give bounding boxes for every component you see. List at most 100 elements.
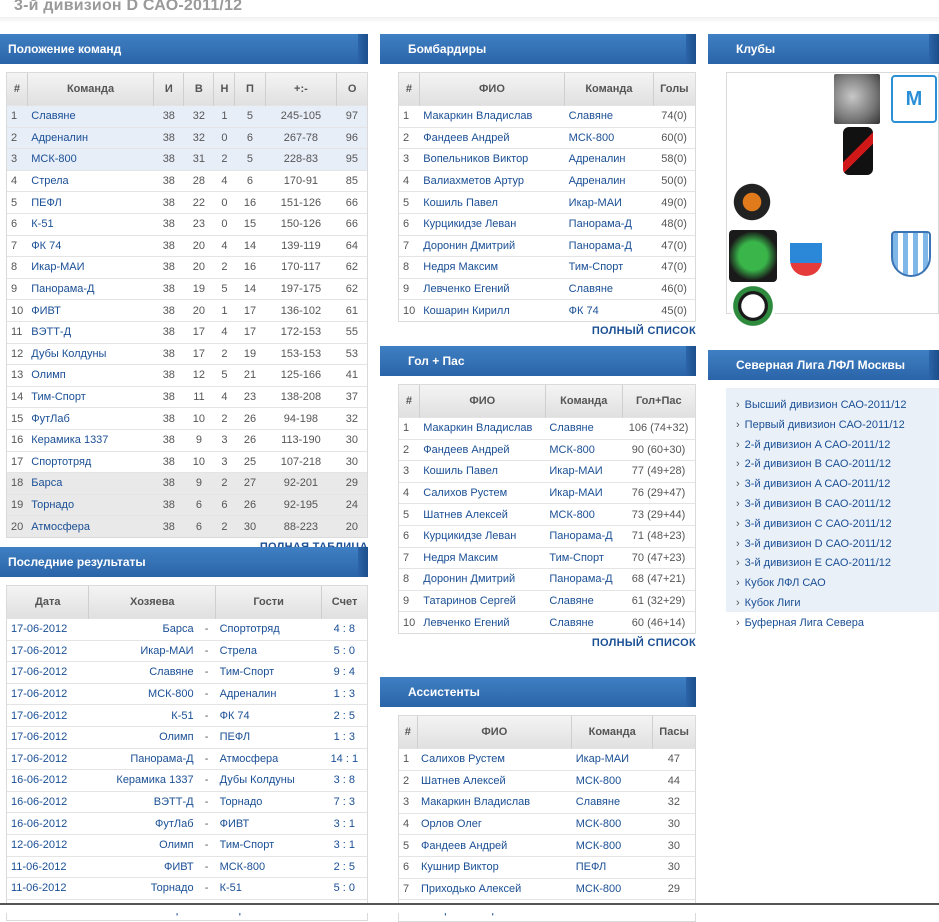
player-link[interactable]: Орлов Олег [417,812,572,835]
player-link[interactable]: Доронин Дмитрий [419,568,546,591]
player-row[interactable]: 10 Кошарин Кирилл ФК 74 45(0) [399,299,695,321]
standings-row[interactable]: 7 ФК 74 38 20 4 14 139-119 64 [7,234,367,257]
team-link[interactable]: Икар-МАИ [564,191,654,214]
player-link[interactable]: Макаркин Владислав [419,105,565,128]
player-row[interactable]: 8 Недря Максим Тим-Спорт 47(0) [399,256,695,279]
league-link[interactable]: 3-й дивизион E САО-2011/12 [736,554,939,574]
column-header[interactable]: Дата [7,586,90,619]
match-date-link[interactable]: 11-06-2012 [7,855,89,878]
standings-row[interactable]: 14 Тим-Спорт 38 11 4 23 138-208 37 [7,385,367,408]
team-link[interactable]: ФИВТ [27,299,154,322]
standings-row[interactable]: 19 Торнадо 38 6 6 26 92-195 24 [7,493,367,516]
player-link[interactable]: Курцикидзе Леван [419,212,565,236]
player-row[interactable]: 10 Левченко Егений Славяне 60 (46+14) [399,611,695,633]
match-date-link[interactable]: 17-06-2012 [7,747,89,770]
standings-row[interactable]: 9 Панорама-Д 38 19 5 14 197-175 62 [7,277,367,300]
column-header[interactable]: ФИО [417,716,573,749]
result-row[interactable]: 17-06-2012 Панорама-Д - Атмосфера 14 : 1 [7,747,367,770]
score-link[interactable]: 2 : 5 [321,855,367,878]
player-link[interactable]: Татаринов Сергей [419,589,546,612]
team-link[interactable]: Тим-Спорт [564,256,654,279]
column-header[interactable]: Гости [215,586,323,619]
team-link[interactable]: ФК 74 [27,234,154,257]
player-row[interactable]: 6 Кушнир Виктор ПЕФЛ 30 [399,855,695,879]
standings-row[interactable]: 8 Икар-МАИ 38 20 2 16 170-117 62 [7,256,367,279]
column-header[interactable]: И [153,73,185,106]
player-link[interactable]: Кошиль Павел [419,191,565,214]
player-link[interactable]: Шатнев Алексей [417,769,572,792]
column-header[interactable]: Счет [321,586,367,619]
match-date-link[interactable]: 17-06-2012 [7,682,89,705]
team-link[interactable]: Славяне [564,105,654,128]
guest-team-link[interactable]: Стрела [215,639,322,662]
player-row[interactable]: 4 Салихов Рустем Икар-МАИ 76 (29+47) [399,481,695,504]
home-team-link[interactable]: МСК-800 [88,682,198,705]
score-link[interactable]: 2 : 5 [321,704,367,727]
standings-row[interactable]: 5 ПЕФЛ 38 22 0 16 151-126 66 [7,191,367,214]
team-link[interactable]: Славяне [564,277,654,300]
player-link[interactable]: Макаркин Владислав [419,417,546,440]
standings-row[interactable]: 18 Барса 38 9 2 27 92-201 29 [7,472,367,495]
player-link[interactable]: Приходько Алексей [417,877,572,900]
team-link[interactable]: Славяне [545,589,623,612]
league-link[interactable]: 3-й дивизион C САО-2011/12 [736,515,939,535]
score-link[interactable]: 3 : 8 [321,769,367,792]
standings-row[interactable]: 12 Дубы Колдуны 38 17 2 19 153-153 53 [7,342,367,365]
league-link[interactable]: Буферная Лига Севера [736,614,939,634]
column-header[interactable]: Голы [653,73,695,106]
standings-row[interactable]: 11 ВЭТТ-Д 38 17 4 17 172-153 55 [7,320,367,344]
league-link[interactable]: Высший дивизион САО-2011/12 [736,396,939,416]
team-link[interactable]: ВЭТТ-Д [27,320,154,344]
column-header[interactable]: ФИО [419,385,546,418]
team-link[interactable]: МСК-800 [571,877,653,900]
goalpass-full-list-link[interactable]: ПОЛНЫЙ СПИСОК [380,637,696,649]
team-link[interactable]: ФК 74 [564,299,654,321]
team-link[interactable]: ФутЛаб [27,407,154,430]
column-header[interactable]: Хозяева [88,586,217,619]
player-row[interactable]: 3 Макаркин Владислав Славяне 32 [399,791,695,814]
player-link[interactable]: Салихов Рустем [419,481,546,504]
guest-team-link[interactable]: Атмосфера [215,747,322,770]
player-link[interactable]: Шатнев Алексей [419,503,546,526]
column-header[interactable]: # [399,385,420,418]
score-link[interactable]: 5 : 0 [321,639,367,662]
team-link[interactable]: ПЕФЛ [571,855,653,879]
league-link[interactable]: 2-й дивизион A САО-2011/12 [736,436,939,456]
team-link[interactable]: Дубы Колдуны [27,342,154,365]
team-link[interactable]: Адреналин [564,169,654,192]
player-link[interactable]: Макаркин Владислав [417,791,572,814]
score-link[interactable]: 1 : 3 [321,682,367,705]
result-row[interactable]: 17-06-2012 Икар-МАИ - Стрела 5 : 0 [7,639,367,662]
guest-team-link[interactable]: К-51 [215,877,322,900]
standings-row[interactable]: 15 ФутЛаб 38 10 2 26 94-198 32 [7,407,367,430]
player-row[interactable]: 3 Вопельников Виктор Адреналин 58(0) [399,148,695,171]
club-logo-k51[interactable] [843,127,873,175]
scorers-full-list-link[interactable]: ПОЛНЫЙ СПИСОК [380,325,696,337]
club-logo-striped[interactable] [891,231,931,277]
player-link[interactable]: Фандеев Андрей [419,438,546,461]
standings-row[interactable]: 17 Спортотряд 38 10 3 25 107-218 30 [7,450,367,473]
player-link[interactable]: Левченко Егений [419,611,546,633]
league-link[interactable]: Кубок Лиги [736,594,939,614]
home-team-link[interactable]: Керамика 1337 [88,769,198,792]
guest-team-link[interactable]: Торнадо [215,790,322,813]
match-date-link[interactable]: 11-06-2012 [7,877,89,900]
team-link[interactable]: Спортотряд [27,450,154,473]
team-link[interactable]: Славяне [545,611,623,633]
column-header[interactable]: # [7,73,28,106]
column-header[interactable]: Гол+Пас [622,385,695,418]
team-link[interactable]: МСК-800 [545,438,623,461]
team-link[interactable]: Панорама-Д [564,234,654,257]
result-row[interactable]: 16-06-2012 ВЭТТ-Д - Торнадо 7 : 3 [7,790,367,813]
league-link[interactable]: Кубок ЛФЛ САО [736,574,939,594]
score-link[interactable]: 4 : 8 [321,618,367,641]
player-link[interactable]: Кошиль Павел [419,460,546,483]
team-link[interactable]: Икар-МАИ [545,460,623,483]
standings-row[interactable]: 3 МСК-800 38 31 2 5 228-83 95 [7,148,367,171]
team-link[interactable]: Икар-МАИ [545,481,623,504]
team-link[interactable]: Адреналин [27,126,154,149]
player-link[interactable]: Фандеев Андрей [419,126,565,149]
player-link[interactable]: Недря Максим [419,546,546,569]
player-link[interactable]: Кушнир Виктор [417,855,572,879]
team-link[interactable]: Барса [27,472,154,495]
